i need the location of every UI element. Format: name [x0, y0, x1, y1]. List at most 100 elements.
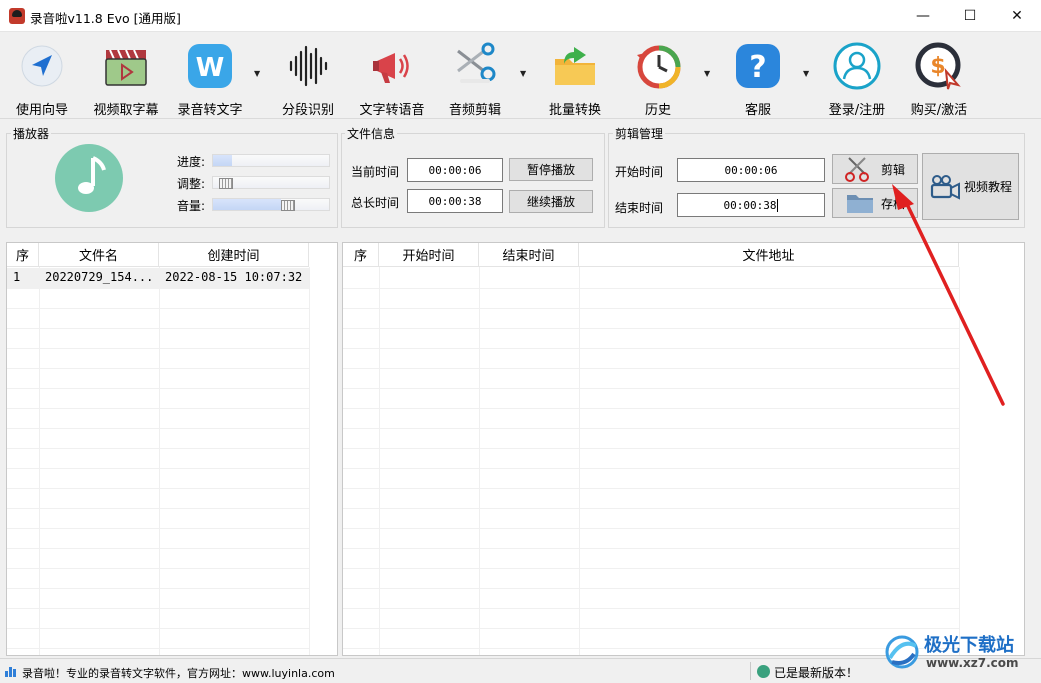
question-icon: ?: [733, 41, 783, 91]
clip-list-header-index[interactable]: 序: [343, 243, 379, 267]
file-row-index: 1: [13, 270, 21, 284]
toolbar-segment-label: 分段识别: [281, 103, 334, 118]
toolbar-audio-clip-button[interactable]: 音频剪辑: [442, 33, 508, 119]
adjust-label: 调整:: [177, 177, 206, 191]
folder-small-icon: [845, 191, 875, 215]
close-button[interactable]: ✕: [994, 0, 1040, 32]
waveform-icon: [283, 41, 333, 91]
clip-title: 剪辑管理: [613, 125, 666, 142]
scissors-icon: [450, 41, 500, 91]
svg-text:?: ?: [749, 50, 766, 85]
video-clapper-icon: [101, 41, 151, 91]
app-logo-icon: [9, 8, 25, 24]
save-button[interactable]: 存档: [832, 188, 918, 218]
end-time-value: 00:00:38: [723, 198, 777, 212]
progress-bar[interactable]: [212, 154, 330, 167]
toolbar-history-button[interactable]: 历史: [626, 33, 690, 119]
toolbar-batch-button[interactable]: 批量转换: [542, 33, 608, 119]
end-time-label: 结束时间: [615, 201, 664, 215]
file-info-title: 文件信息: [345, 125, 398, 142]
file-row-filename: 20220729_154...: [45, 270, 154, 284]
watermark-text: 极光下载站: [924, 635, 1014, 656]
video-tutorial-button[interactable]: 视频教程: [922, 153, 1019, 220]
resume-button[interactable]: 继续播放: [509, 190, 593, 213]
user-icon: [832, 41, 882, 91]
toolbar-video-subtitle-button[interactable]: 视频取字幕: [86, 33, 166, 119]
volume-label: 音量:: [177, 199, 206, 213]
cloud-check-icon: [757, 665, 770, 678]
file-row-created: 2022-08-15 10:07:32: [165, 270, 303, 284]
status-divider: [750, 662, 751, 680]
main-toolbar: 使用向导 视频取字幕 W 录音转文字 ▼ 分段识别 文字转语音 音频剪辑 ▼ 批…: [0, 33, 1041, 119]
toolbar-video-subtitle-label: 视频取字幕: [93, 103, 159, 118]
toolbar-service-button[interactable]: ? 客服: [727, 33, 789, 119]
audio-clip-dropdown-icon[interactable]: ▼: [520, 69, 526, 78]
toolbar-guide-button[interactable]: 使用向导: [10, 33, 74, 119]
svg-text:W: W: [196, 53, 225, 83]
file-list-header-filename[interactable]: 文件名: [39, 243, 159, 267]
file-list-header-index[interactable]: 序: [7, 243, 39, 267]
cut-button-label: 剪辑: [881, 162, 906, 177]
toolbar-history-label: 历史: [644, 103, 671, 118]
table-row[interactable]: 1 20220729_154... 2022-08-15 10:07:32: [7, 268, 309, 288]
toolbar-tts-button[interactable]: 文字转语音: [352, 33, 432, 119]
start-time-label: 开始时间: [615, 165, 664, 179]
progress-fill: [213, 155, 232, 166]
toolbar-service-label: 客服: [744, 103, 771, 118]
w-app-icon: W: [185, 41, 235, 91]
megaphone-icon: [367, 41, 417, 91]
file-list-table[interactable]: 序 文件名 创建时间 1 20220729_154... 2022-08-15 …: [6, 242, 338, 656]
save-button-label: 存档: [881, 196, 906, 211]
end-time-field[interactable]: 00:00:38: [677, 193, 825, 217]
bar-chart-icon: [4, 664, 18, 678]
text-caret: [777, 198, 779, 212]
title-bar: 录音啦v11.8 Evo [通用版] — ☐ ✕: [0, 0, 1041, 32]
svg-text:$: $: [930, 54, 945, 79]
toolbar-transcribe-button[interactable]: W 录音转文字: [172, 33, 248, 119]
current-time-label: 当前时间: [351, 165, 400, 179]
toolbar-tts-label: 文字转语音: [359, 103, 425, 118]
volume-fill: [213, 199, 282, 210]
purchase-icon: $: [914, 41, 964, 91]
total-time-label: 总长时间: [351, 196, 400, 210]
window-title: 录音啦v11.8 Evo [通用版]: [30, 11, 181, 26]
navigation-arrow-icon: [17, 41, 67, 91]
clip-list-header-path[interactable]: 文件地址: [579, 243, 959, 267]
video-tutorial-label: 视频教程: [963, 180, 1012, 194]
watermark-logo-icon: [882, 632, 922, 672]
service-dropdown-icon[interactable]: ▼: [803, 69, 809, 78]
current-time-field[interactable]: 00:00:06: [407, 158, 503, 182]
clip-list-table[interactable]: 序 开始时间 结束时间 文件地址: [342, 242, 1025, 656]
toolbar-purchase-label: 购买/激活: [910, 103, 968, 118]
toolbar-segment-button[interactable]: 分段识别: [276, 33, 340, 119]
volume-slider-thumb[interactable]: [281, 200, 296, 211]
toolbar-purchase-button[interactable]: $ 购买/激活: [904, 33, 974, 119]
history-dropdown-icon[interactable]: ▼: [704, 69, 710, 78]
status-left-text: 录音啦！专业的录音转文字软件，官方网址：www.luyinla.com: [22, 667, 335, 680]
adjust-slider[interactable]: [212, 176, 330, 189]
toolbar-transcribe-label: 录音转文字: [177, 103, 243, 118]
toolbar-login-label: 登录/注册: [828, 103, 886, 118]
video-camera-icon: [929, 174, 961, 200]
cut-button[interactable]: 剪辑: [832, 154, 918, 184]
toolbar-guide-label: 使用向导: [15, 103, 68, 118]
player-title: 播放器: [11, 125, 52, 142]
pause-button[interactable]: 暂停播放: [509, 158, 593, 181]
minimize-button[interactable]: —: [900, 0, 946, 32]
total-time-field[interactable]: 00:00:38: [407, 189, 503, 213]
maximize-button[interactable]: ☐: [947, 0, 993, 32]
toolbar-audio-clip-label: 音频剪辑: [448, 103, 501, 118]
clip-list-header-end[interactable]: 结束时间: [479, 243, 579, 267]
status-right-text: 已是最新版本！: [774, 666, 859, 680]
history-clock-icon: [633, 41, 683, 91]
clip-list-header-start[interactable]: 开始时间: [379, 243, 479, 267]
adjust-slider-thumb[interactable]: [218, 178, 233, 189]
transcribe-dropdown-icon[interactable]: ▼: [254, 69, 260, 78]
file-list-header-created[interactable]: 创建时间: [159, 243, 309, 267]
watermark-url: www.xz7.com: [926, 656, 1019, 670]
start-time-field[interactable]: 00:00:06: [677, 158, 825, 182]
music-note-icon: [52, 144, 127, 213]
volume-slider[interactable]: [212, 198, 330, 211]
scissors-small-icon: [845, 156, 875, 182]
toolbar-login-button[interactable]: 登录/注册: [822, 33, 892, 119]
